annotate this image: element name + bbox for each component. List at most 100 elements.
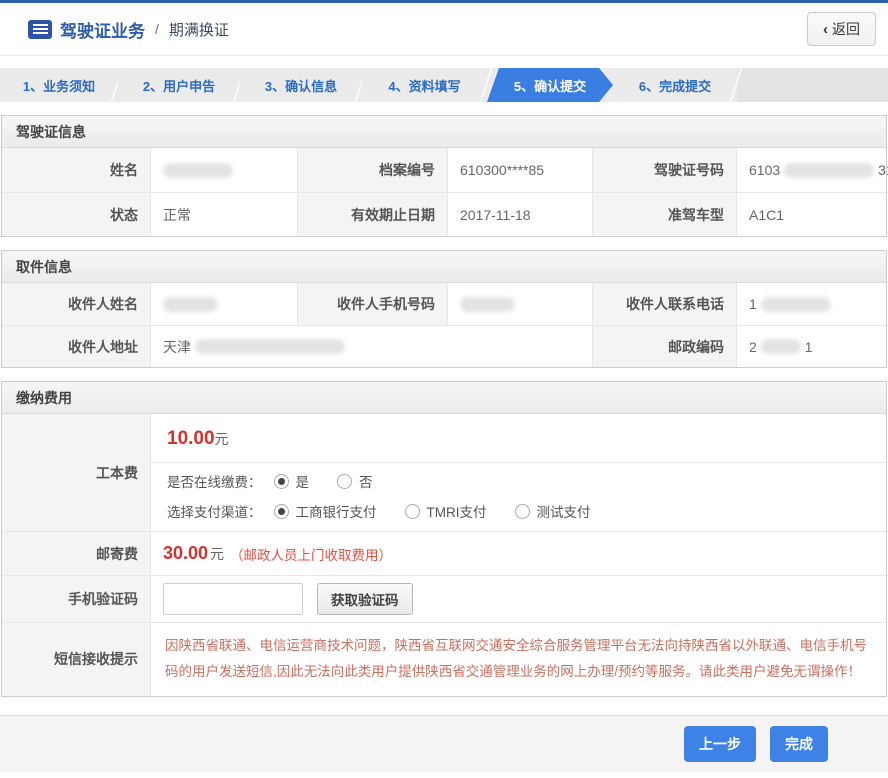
radio-online-no-label: 否 [359,471,373,491]
breadcrumb: 驾驶证业务 / 期满换证 [28,17,229,42]
radio-online-yes-label: 是 [296,471,310,491]
pickup-info-panel: 取件信息 收件人姓名 收件人手机号码 收件人联系电话 1 收件人地址 天津 邮政… [1,250,887,368]
postal-prefix: 2 [749,339,757,355]
sms-code-row: 手机验证码 获取验证码 [2,575,886,622]
tab-step-4[interactable]: 4、资料填写 [362,68,487,102]
get-sms-code-button[interactable]: 获取验证码 [317,583,413,615]
tab-step-1[interactable]: 1、业务须知 [0,68,118,102]
online-payment-options: 是 否 [274,471,373,491]
sms-notice-text: 因陕西省联通、电信运营商技术问题，陕西省互联网交通安全综合服务管理平台无法向持陕… [165,633,872,686]
postal-code-label: 邮政编码 [593,325,737,367]
back-button[interactable]: ‹ 返回 [807,12,876,46]
recipient-address-value: 天津 [151,325,593,367]
fees-section-title: 缴纳费用 [2,382,886,414]
page-bottom-spacer [0,772,888,778]
license-no-prefix: 6103 [749,162,780,178]
valid-until-label: 有效期止日期 [298,192,448,236]
sms-code-label: 手机验证码 [2,575,151,622]
license-no-suffix: 3163X [878,162,888,178]
license-row-2: 状态 正常 有效期止日期 2017-11-18 准驾车型 A1C1 [2,192,886,236]
license-row-1: 姓名 档案编号 610300****85 驾驶证号码 6103 3163X [2,148,886,192]
radio-channel-test-label: 测试支付 [537,501,591,521]
previous-step-button[interactable]: 上一步 [684,726,756,762]
vehicle-class-value: A1C1 [737,192,886,236]
footer-action-bar: 上一步 完成 [0,715,888,772]
step-progress-bar: 1、业务须知 2、用户申告 3、确认信息 4、资料填写 5、确认提交 6、完成提… [0,68,888,102]
redacted-recipient-name [163,297,218,312]
radio-icon [274,504,289,519]
radio-icon [274,474,289,489]
recipient-phone-value: 1 [737,283,886,325]
name-label: 姓名 [2,148,151,192]
tab-bar-tail [737,68,888,102]
production-fee-amount-line: 10.00元 [151,414,886,463]
page-header: 驾驶证业务 / 期满换证 ‹ 返回 [0,3,888,56]
fees-panel: 缴纳费用 工本费 10.00元 是否在线缴费： 是 否 选择支付渠道： 工 [1,381,887,697]
vehicle-class-label: 准驾车型 [593,192,737,236]
finish-button[interactable]: 完成 [770,726,828,762]
redacted-recipient-phone [761,297,831,312]
sms-code-controls: 获取验证码 [151,575,886,622]
redacted-postal-code [761,339,801,354]
sms-notice-content: 因陕西省联通、电信运营商技术问题，陕西省互联网交通安全综合服务管理平台无法向持陕… [151,622,886,696]
sms-notice-label: 短信接收提示 [2,622,151,696]
recipient-name-value [151,283,298,325]
tab-step-3[interactable]: 3、确认信息 [240,68,362,102]
recipient-name-label: 收件人姓名 [2,283,151,325]
radio-icon [405,504,420,519]
payment-channel-row: 选择支付渠道： 工商银行支付 TMRI支付 测试支付 [151,493,886,531]
radio-channel-test[interactable]: 测试支付 [515,501,591,521]
license-no-value: 6103 3163X [737,148,888,192]
page-title: 驾驶证业务 [60,17,145,42]
radio-online-yes[interactable]: 是 [274,471,310,491]
page-subtitle: 期满换证 [169,19,229,40]
status-value: 正常 [151,192,298,236]
production-fee-label: 工本费 [2,414,151,531]
form-list-icon [28,20,52,39]
file-no-value: 610300****85 [448,148,593,192]
radio-channel-icbc-label: 工商银行支付 [296,501,377,521]
online-payment-label: 是否在线缴费： [167,471,262,491]
payment-channel-options: 工商银行支付 TMRI支付 测试支付 [274,501,591,521]
recipient-phone-label: 收件人联系电话 [593,283,737,325]
radio-online-no[interactable]: 否 [337,471,373,491]
postage-fee-unit: 元 [210,544,224,564]
recipient-phone-prefix: 1 [749,296,757,312]
sms-code-input[interactable] [163,583,303,615]
page: 驾驶证业务 / 期满换证 ‹ 返回 1、业务须知 2、用户申告 3、确认信息 4… [0,0,888,778]
postal-code-value: 2 1 [737,325,886,367]
license-section-title: 驾驶证信息 [2,116,886,148]
recipient-address-label: 收件人地址 [2,325,151,367]
pickup-row-2: 收件人地址 天津 邮政编码 2 1 [2,325,886,367]
postage-fee-value: 30.00元 （邮政人员上门收取费用） [151,531,886,575]
payment-channel-label: 选择支付渠道： [167,501,262,521]
name-value [151,148,298,192]
radio-channel-icbc[interactable]: 工商银行支付 [274,501,377,521]
postage-fee-row: 邮寄费 30.00元 （邮政人员上门收取费用） [2,531,886,575]
valid-until-value: 2017-11-18 [448,192,593,236]
pickup-section-title: 取件信息 [2,251,886,283]
radio-channel-tmri-label: TMRI支付 [427,501,487,521]
recipient-mobile-label: 收件人手机号码 [298,283,448,325]
file-no-label: 档案编号 [298,148,448,192]
pickup-row-1: 收件人姓名 收件人手机号码 收件人联系电话 1 [2,283,886,325]
radio-channel-tmri[interactable]: TMRI支付 [405,501,487,521]
postage-fee-amount: 30.00 [163,543,208,564]
back-button-label: 返回 [832,19,860,39]
production-fee-amount: 10.00 [167,428,215,449]
production-fee-content: 10.00元 是否在线缴费： 是 否 选择支付渠道： 工商银行支付 TMRI支付… [151,414,886,531]
production-fee-row: 工本费 10.00元 是否在线缴费： 是 否 选择支付渠道： 工商银行支付 [2,414,886,531]
tab-step-2[interactable]: 2、用户申告 [118,68,240,102]
redacted-recipient-mobile [460,297,515,312]
status-label: 状态 [2,192,151,236]
online-payment-row: 是否在线缴费： 是 否 [151,463,886,493]
sms-notice-row: 短信接收提示 因陕西省联通、电信运营商技术问题，陕西省互联网交通安全综合服务管理… [2,622,886,696]
breadcrumb-separator: / [155,21,159,37]
production-fee-unit: 元 [215,431,229,447]
redacted-name [163,163,233,178]
license-no-label: 驾驶证号码 [593,148,737,192]
tab-step-5-active[interactable]: 5、确认提交 [487,68,613,102]
radio-icon [337,474,352,489]
tab-step-6[interactable]: 6、完成提交 [613,68,737,102]
recipient-address-prefix: 天津 [163,337,191,357]
